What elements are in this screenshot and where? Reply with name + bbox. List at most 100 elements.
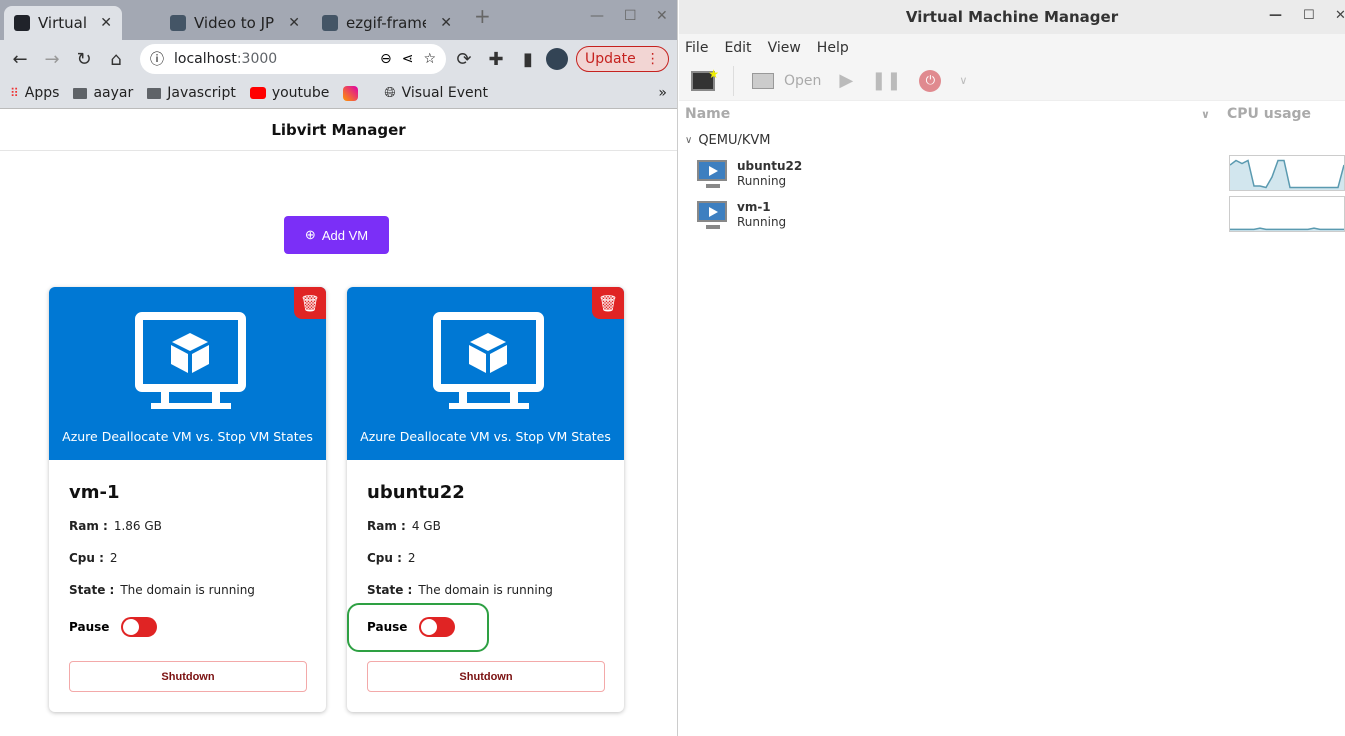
reload-icon[interactable]: ↻ bbox=[70, 49, 98, 70]
bookmark-label: Javascript bbox=[167, 85, 236, 101]
forward-icon[interactable]: → bbox=[38, 49, 66, 70]
state-value: The domain is running bbox=[120, 583, 255, 597]
vm-card: Azure Deallocate VM vs. Stop VM States 🗑… bbox=[49, 287, 326, 712]
close-tab-icon[interactable]: ✕ bbox=[440, 15, 452, 31]
open-button[interactable]: Open bbox=[752, 72, 822, 89]
menu-file[interactable]: File bbox=[685, 40, 708, 56]
monitor-icon bbox=[752, 72, 774, 89]
ram-row: Ram : 1.86 GB bbox=[69, 519, 306, 551]
ram-label: Ram : bbox=[367, 519, 406, 533]
vm-image: Azure Deallocate VM vs. Stop VM States 🗑… bbox=[347, 287, 624, 460]
home-icon[interactable]: ⌂ bbox=[102, 49, 130, 70]
cpu-usage-line bbox=[1230, 227, 1344, 231]
tab-title: Video to JPG bbox=[194, 14, 274, 32]
avatar[interactable] bbox=[546, 48, 568, 70]
connection-group[interactable]: ∨ QEMU/KVM bbox=[679, 127, 1345, 153]
close-tab-icon[interactable]: ✕ bbox=[100, 15, 112, 31]
image-caption: Azure Deallocate VM vs. Stop VM States bbox=[360, 429, 611, 444]
star-icon[interactable]: ☆ bbox=[423, 51, 436, 67]
state-value: The domain is running bbox=[418, 583, 553, 597]
delete-button[interactable]: 🗑︎ bbox=[294, 287, 326, 319]
extensions-icon[interactable]: ✚ bbox=[482, 49, 510, 70]
browser-toolbar: ← → ↻ ⌂ ⓘ localhost:3000 ⊖ ⋖ ☆ ⟳ ✚ ▮ Upd… bbox=[0, 40, 677, 78]
state-label: State : bbox=[367, 583, 413, 597]
globe-icon: 🌐︎ bbox=[384, 85, 396, 101]
vm-name: ubuntu22 bbox=[737, 158, 803, 173]
bookmark-aayar[interactable]: aayar bbox=[73, 85, 133, 101]
menu-help[interactable]: Help bbox=[817, 40, 849, 56]
chevron-down-icon[interactable]: ∨ bbox=[959, 74, 967, 87]
cpu-usage-graph bbox=[1229, 155, 1345, 191]
plus-circle-icon: ⊕ bbox=[304, 227, 316, 242]
more-menu-icon[interactable]: ⋮ bbox=[646, 51, 660, 67]
pause-icon[interactable]: ❚❚ bbox=[871, 70, 901, 91]
browser-window: Virtual Mach ✕ Video to JPG ✕ ezgif-frame-… bbox=[0, 0, 678, 736]
vm-list-item[interactable]: vm-1 Running bbox=[679, 194, 1345, 235]
maximize-icon[interactable]: ☐ bbox=[1303, 8, 1315, 23]
vm-list-item[interactable]: ubuntu22 Running bbox=[679, 153, 1345, 194]
close-icon[interactable]: ✕ bbox=[1335, 8, 1345, 23]
bookmark-visual-event[interactable]: 🌐︎ Visual Event bbox=[384, 85, 488, 101]
menu-view[interactable]: View bbox=[768, 40, 801, 56]
share-icon[interactable]: ⋖ bbox=[402, 51, 414, 67]
update-label: Update bbox=[585, 51, 636, 67]
group-label: QEMU/KVM bbox=[698, 132, 771, 148]
back-icon[interactable]: ← bbox=[6, 49, 34, 70]
column-header: Name ∨ CPU usage bbox=[679, 101, 1345, 127]
add-vm-button[interactable]: ⊕ Add VM bbox=[284, 216, 389, 254]
folder-icon bbox=[73, 87, 88, 99]
sidepanel-icon[interactable]: ▮ bbox=[514, 49, 542, 70]
power-icon[interactable]: ⏻ bbox=[919, 69, 942, 92]
vmm-toolbar: ★ Open ▶ ❚❚ ⏻ ∨ bbox=[679, 61, 1345, 101]
minimize-icon[interactable]: — bbox=[590, 8, 604, 24]
trash-icon: 🗑︎ bbox=[597, 293, 619, 313]
new-vm-icon[interactable]: ★ bbox=[691, 67, 719, 91]
bookmark-apps[interactable]: ⠿ Apps bbox=[10, 85, 59, 101]
tab-strip: Virtual Mach ✕ Video to JPG ✕ ezgif-frame-… bbox=[0, 0, 677, 40]
tab-video-to-jpg[interactable]: Video to JPG ✕ bbox=[160, 6, 310, 40]
column-name[interactable]: Name bbox=[685, 106, 730, 122]
chevron-down-icon[interactable]: ∨ bbox=[1201, 108, 1210, 121]
minimize-icon[interactable]: — bbox=[1269, 8, 1282, 23]
bookmark-youtube[interactable]: youtube bbox=[249, 85, 330, 101]
cpu-value: 2 bbox=[109, 551, 118, 565]
tab-virtual-machine[interactable]: Virtual Mach ✕ bbox=[4, 6, 122, 40]
pause-toggle[interactable] bbox=[121, 617, 158, 637]
tab-title: ezgif-frame-0 bbox=[346, 14, 426, 32]
cpu-usage-graph bbox=[1229, 196, 1345, 232]
menu-edit[interactable]: Edit bbox=[724, 40, 751, 56]
maximize-icon[interactable]: ☐ bbox=[624, 8, 637, 24]
virt-manager-window: Virtual Machine Manager — ☐ ✕ File Edit … bbox=[679, 0, 1345, 736]
sync-icon[interactable]: ⟳ bbox=[450, 49, 478, 70]
run-icon[interactable]: ▶ bbox=[839, 70, 853, 91]
info-icon[interactable]: ⓘ bbox=[150, 49, 164, 69]
cpu-row: Cpu : 2 bbox=[367, 551, 604, 583]
bookmark-javascript[interactable]: Javascript bbox=[147, 85, 236, 101]
cpu-row: Cpu : 2 bbox=[69, 551, 306, 583]
shutdown-button[interactable]: Shutdown bbox=[69, 661, 307, 692]
close-window-icon[interactable]: ✕ bbox=[656, 8, 668, 24]
vm-name: vm-1 bbox=[69, 482, 120, 503]
chevron-down-icon: ∨ bbox=[685, 134, 693, 146]
vm-name: vm-1 bbox=[737, 199, 771, 214]
vm-status: Running bbox=[737, 214, 787, 229]
bookmark-instagram[interactable] bbox=[343, 85, 359, 101]
delete-button[interactable]: 🗑︎ bbox=[592, 287, 624, 319]
column-cpu-usage[interactable]: CPU usage bbox=[1227, 106, 1311, 122]
new-tab-button[interactable]: + bbox=[474, 4, 491, 28]
youtube-icon bbox=[249, 87, 266, 99]
ram-value: 4 GB bbox=[411, 519, 441, 533]
zoom-icon[interactable]: ⊖ bbox=[380, 51, 392, 67]
shutdown-button[interactable]: Shutdown bbox=[367, 661, 605, 692]
bookmarks-bar: ⠿ Apps aayar Javascript youtube 🌐︎ Visual … bbox=[0, 78, 677, 109]
more-bookmarks-button[interactable]: » bbox=[658, 85, 667, 101]
address-bar[interactable]: ⓘ localhost:3000 ⊖ ⋖ ☆ bbox=[140, 44, 446, 74]
bookmark-label: aayar bbox=[93, 85, 134, 101]
open-label: Open bbox=[784, 72, 822, 89]
bookmark-label: youtube bbox=[271, 85, 330, 101]
close-tab-icon[interactable]: ✕ bbox=[288, 15, 300, 31]
tab-ezgif-frame[interactable]: ezgif-frame-0 ✕ bbox=[312, 6, 462, 40]
update-button[interactable]: Update ⋮ bbox=[576, 46, 669, 72]
url-port: :3000 bbox=[236, 51, 278, 67]
page-title: Libvirt Manager bbox=[0, 109, 677, 151]
